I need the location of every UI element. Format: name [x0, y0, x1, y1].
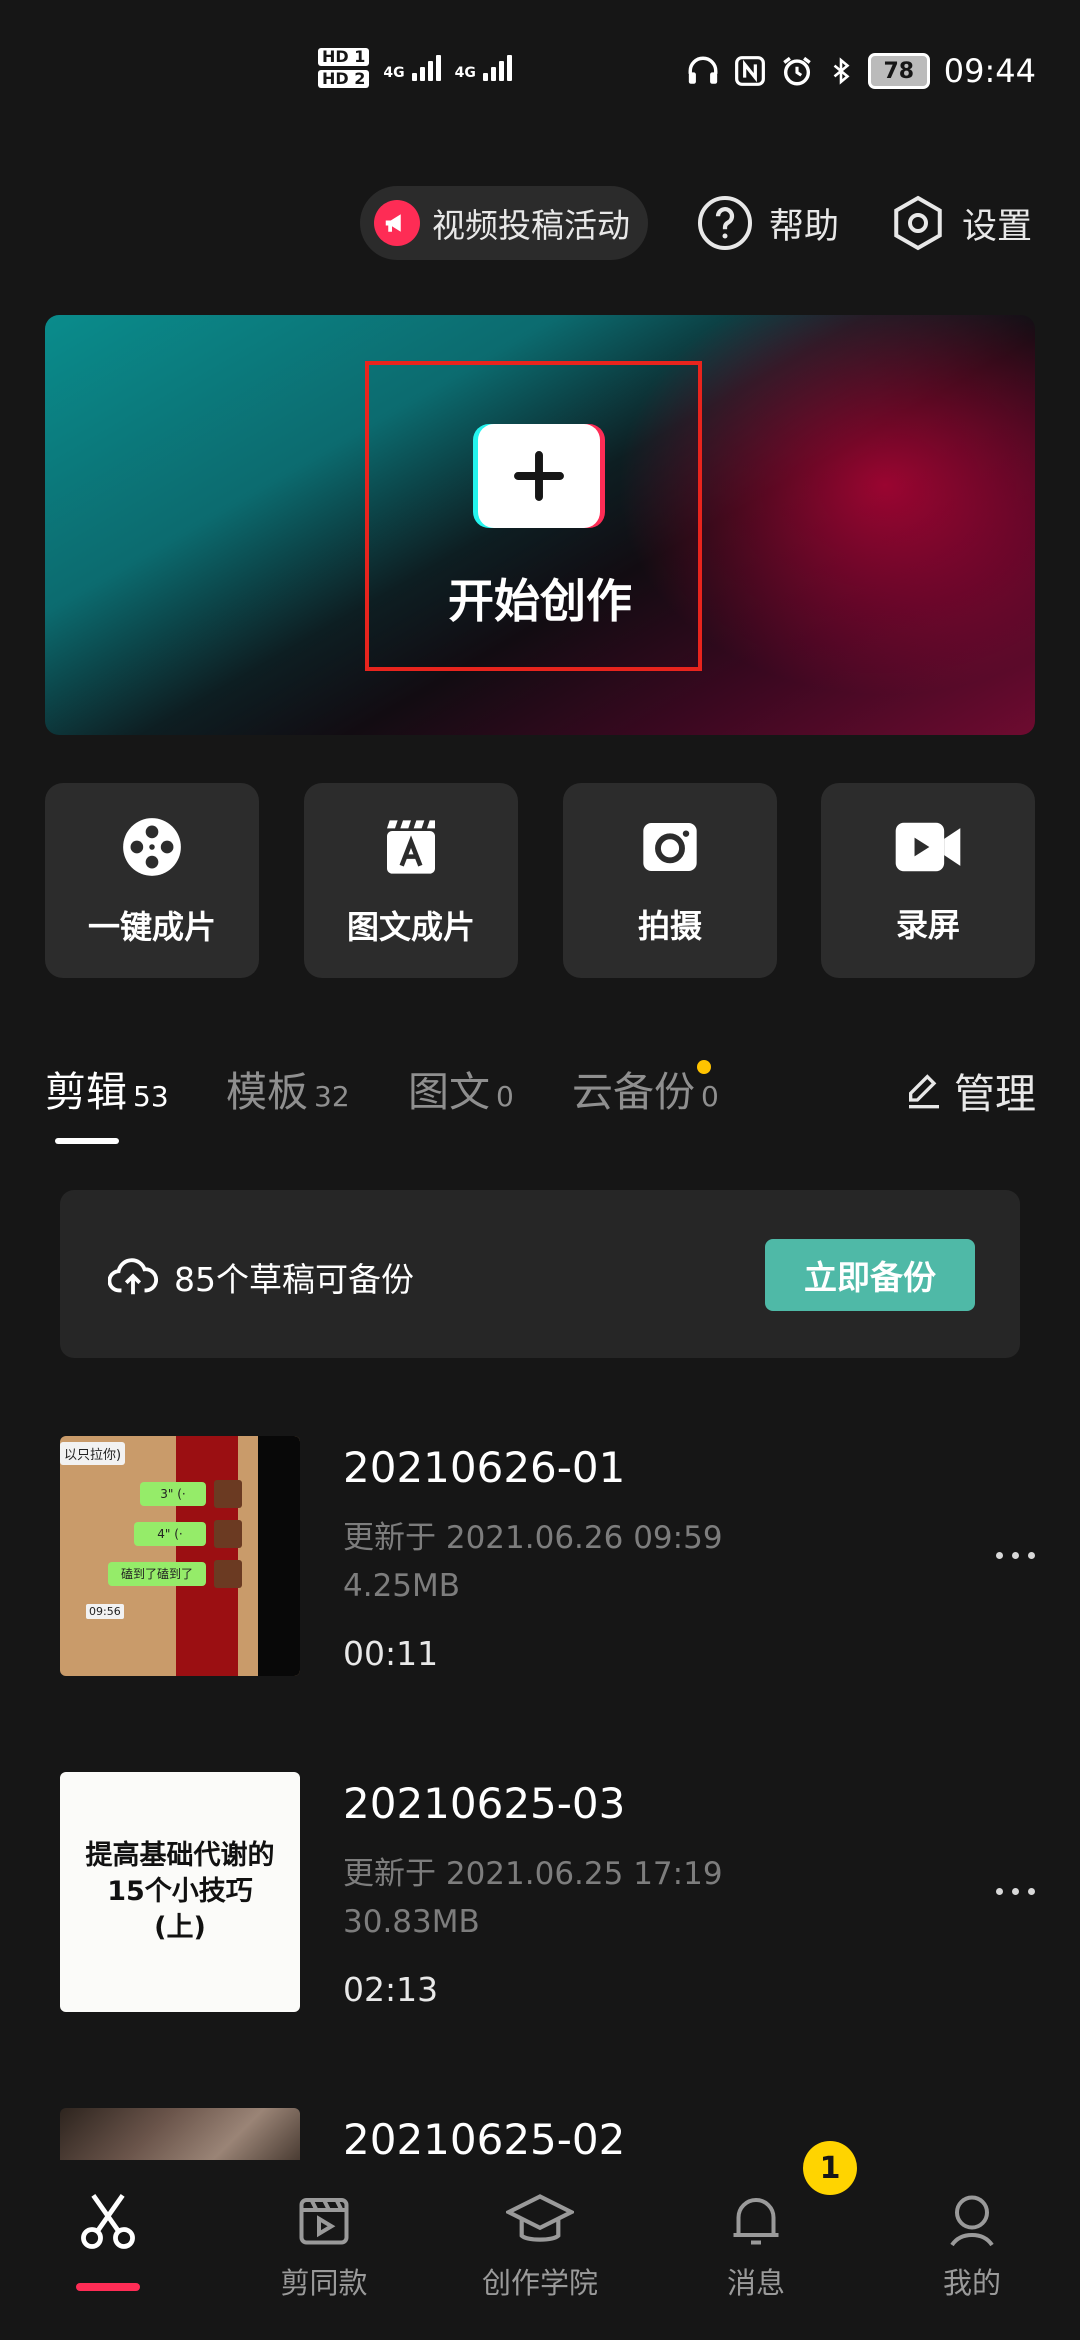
one-click-video-button[interactable]: 一键成片 [45, 783, 259, 978]
battery-level: 78 [883, 58, 915, 84]
person-icon [950, 2195, 994, 2247]
manage-label: 管理 [954, 1070, 1036, 1118]
edit-icon [909, 1074, 939, 1109]
promo-label: 视频投稿活动 [432, 206, 630, 245]
tab-label: 云备份 [572, 1068, 695, 1116]
camera-icon [643, 822, 697, 871]
status-bar: HD 1 HD 2 4G 4G 78 09:44 [0, 0, 1080, 150]
bluetooth-icon [833, 57, 850, 85]
nav-same-style[interactable]: 剪同款 [224, 2190, 424, 2302]
nav-label: 剪同款 [280, 2266, 368, 2300]
tab-label: 图文 [408, 1068, 490, 1116]
nav-academy[interactable]: 创作学院 [440, 2190, 640, 2302]
nfc-icon [734, 56, 765, 86]
graduation-cap-icon [506, 2194, 574, 2242]
nav-messages[interactable]: 消息 [656, 2190, 856, 2302]
sim-labels: HD 1 HD 2 [318, 48, 370, 88]
gear-icon [894, 195, 942, 251]
draft-updated: 更新于 2021.06.25 17:19 [343, 1856, 723, 1892]
draft-duration: 02:13 [343, 1970, 439, 2009]
tab-count: 0 [496, 1080, 514, 1113]
draft-duration: 00:11 [343, 1634, 439, 1673]
draft-size: 30.83MB [343, 1904, 480, 1940]
tab-image-text[interactable]: 图文 0 [408, 1058, 514, 1118]
nav-label: 我的 [942, 2266, 1001, 2300]
nav-edit[interactable] [8, 2190, 208, 2264]
draft-thumbnail[interactable]: 以只拉你) 3" (· 4" (· 磕到了磕到了 09:56 [60, 1436, 300, 1676]
settings-label: 设置 [962, 206, 1033, 247]
draft-title[interactable]: 20210625-02 [343, 2115, 625, 2164]
thumb-time: 09:56 [86, 1604, 124, 1619]
nav-label: 消息 [726, 2266, 785, 2300]
backup-now-button[interactable]: 立即备份 [765, 1239, 975, 1311]
battery-icon: 78 [867, 53, 930, 89]
sim-2-label: HD 2 [318, 70, 370, 88]
megaphone-icon [374, 200, 420, 246]
scissors-icon [81, 2193, 135, 2249]
quick-action-label: 录屏 [895, 905, 960, 944]
tab-template[interactable]: 模板 32 [226, 1058, 350, 1118]
thumb-bubble: 磕到了磕到了 [108, 1562, 206, 1586]
draft-size: 4.25MB [343, 1568, 461, 1604]
play-clapboard-icon [299, 2198, 349, 2245]
quick-action-label: 一键成片 [87, 907, 216, 946]
thumb-line: (上) [154, 1912, 206, 1943]
promo-button[interactable]: 视频投稿活动 [360, 186, 648, 260]
help-button[interactable]: 帮助 [695, 186, 839, 260]
network-2-label: 4G [454, 65, 476, 81]
sim-1-label: HD 1 [318, 48, 370, 66]
quick-action-label: 拍摄 [637, 906, 702, 945]
manage-button[interactable]: 管理 [904, 1060, 1036, 1120]
settings-button[interactable]: 设置 [888, 186, 1032, 260]
thumb-bubble: 4" (· [134, 1522, 206, 1546]
clock: 09:44 [943, 52, 1036, 90]
signal-icon-1: 4G [383, 55, 441, 81]
shoot-button[interactable]: 拍摄 [563, 783, 777, 978]
nav-active-indicator [76, 2283, 140, 2291]
notification-dot [697, 1060, 711, 1074]
backup-info: 85个草稿可备份 [108, 1253, 414, 1301]
draft-updated: 更新于 2021.06.26 09:59 [343, 1520, 723, 1556]
signal-icon-2: 4G [455, 55, 512, 81]
more-options-icon[interactable] [996, 1552, 1035, 1559]
network-1-label: 4G [383, 65, 405, 81]
draft-thumbnail[interactable] [60, 2108, 300, 2160]
tab-label: 剪辑 [45, 1068, 127, 1116]
draft-thumbnail[interactable]: 提高基础代谢的 15个小技巧 (上) [60, 1772, 300, 2012]
video-camera-icon [895, 822, 961, 871]
help-label: 帮助 [769, 206, 840, 247]
screen-record-button[interactable]: 录屏 [821, 783, 1035, 978]
text-clapboard-icon [387, 819, 435, 874]
more-options-icon[interactable] [996, 1888, 1035, 1895]
thumb-tag: 以只拉你) [60, 1442, 126, 1465]
signal-group: HD 1 HD 2 4G 4G [318, 48, 512, 88]
tab-indicator [55, 1138, 119, 1144]
bell-icon [733, 2198, 779, 2245]
draft-title[interactable]: 20210625-03 [343, 1779, 625, 1828]
cloud-upload-icon [108, 1258, 158, 1295]
tab-edit[interactable]: 剪辑 53 [45, 1058, 169, 1118]
text-to-video-button[interactable]: 图文成片 [304, 783, 518, 978]
quick-action-label: 图文成片 [346, 907, 475, 946]
thumb-bubble: 3" (· [140, 1482, 206, 1506]
start-creation-label[interactable]: 开始创作 [380, 565, 700, 631]
help-icon [698, 196, 752, 250]
tab-count: 32 [314, 1080, 350, 1113]
message-badge: 1 [803, 2141, 857, 2195]
alarm-icon [783, 56, 811, 86]
tab-label: 模板 [226, 1068, 308, 1116]
thumb-line: 提高基础代谢的 [85, 1840, 275, 1871]
headphones-icon [688, 56, 718, 84]
nav-profile[interactable]: 我的 [872, 2190, 1072, 2302]
backup-text: 85个草稿可备份 [174, 1260, 414, 1299]
thumb-line: 15个小技巧 [107, 1876, 253, 1907]
nav-label: 创作学院 [481, 2266, 598, 2300]
draft-title[interactable]: 20210626-01 [343, 1443, 625, 1492]
tab-count: 53 [133, 1080, 169, 1113]
tab-count: 0 [701, 1080, 719, 1113]
plus-icon[interactable] [478, 424, 600, 528]
film-reel-icon [123, 817, 181, 876]
status-right: 78 09:44 [686, 52, 1036, 90]
